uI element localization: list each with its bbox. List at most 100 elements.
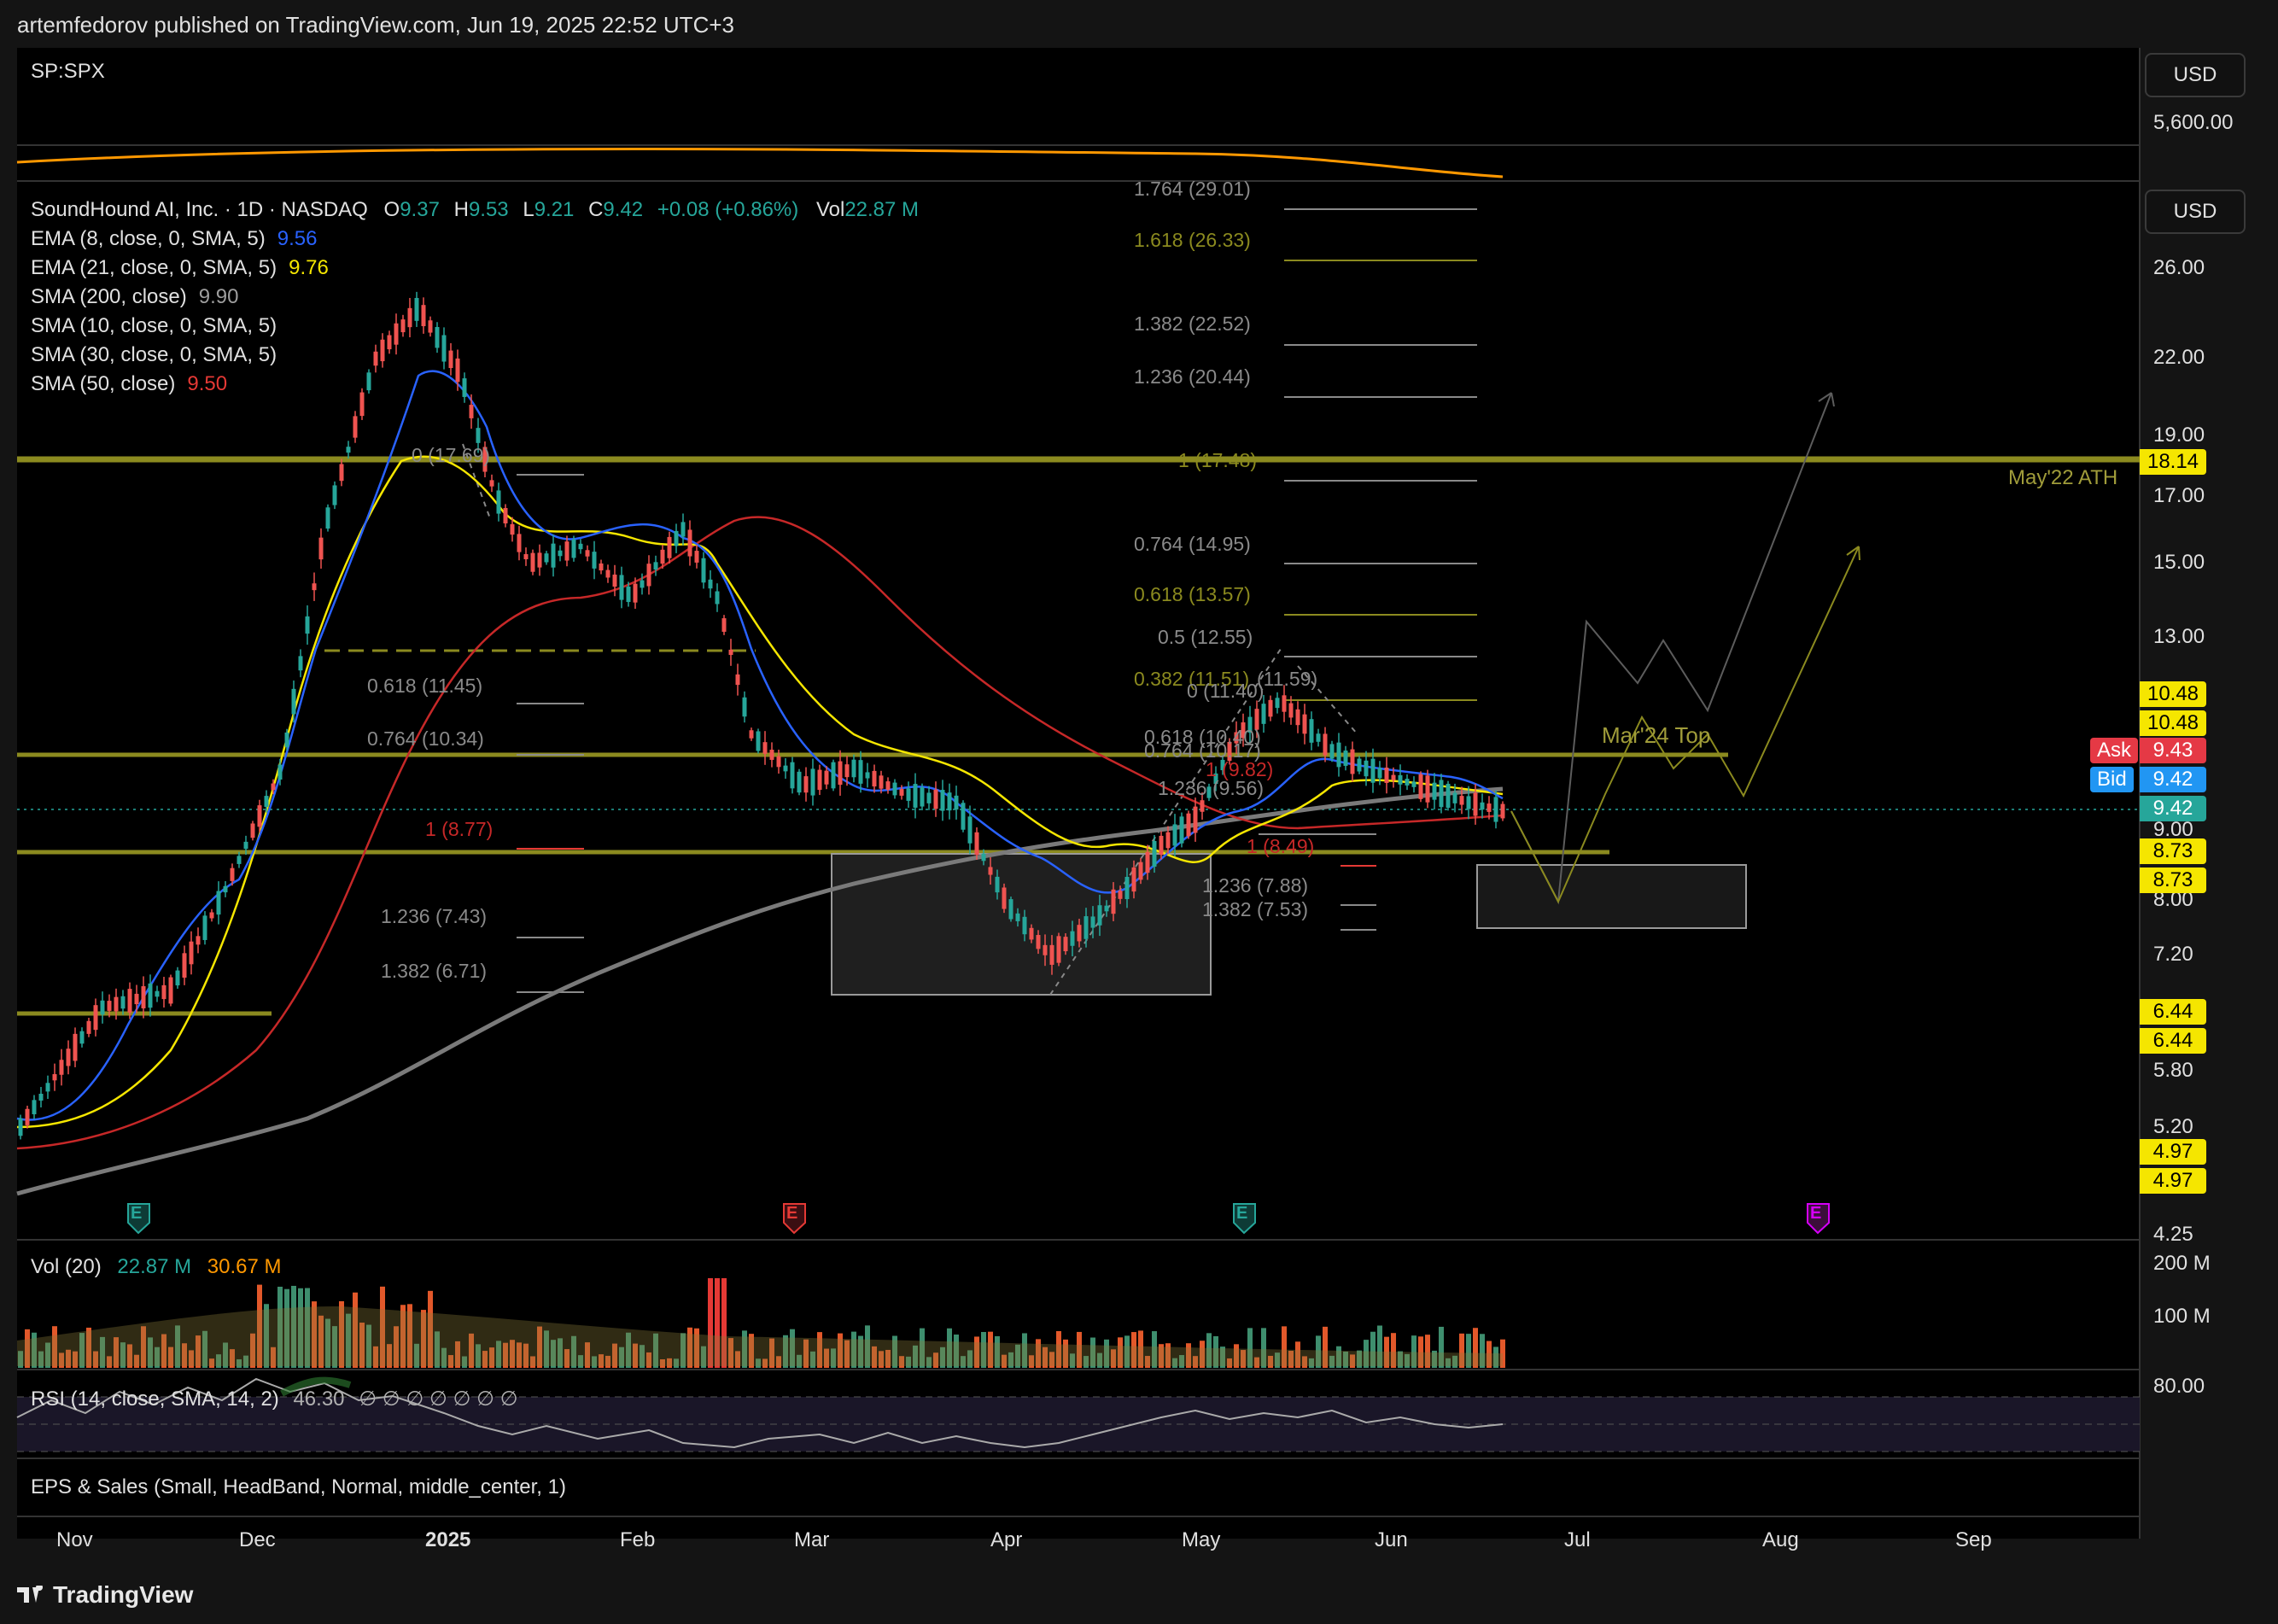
candle-body [366, 372, 371, 391]
tradingview-logo[interactable]: TradingView [17, 1581, 193, 1609]
time-axis-label: Mar [794, 1528, 830, 1551]
close-label: C [588, 198, 604, 221]
symbol-legend[interactable]: SoundHound AI, Inc. · 1D · NASDAQ O9.37 … [31, 198, 919, 222]
fib-level-label: 0.764 (14.95) [1134, 533, 1251, 555]
candle-body [1165, 832, 1171, 849]
indicator-legend[interactable]: EMA (8, close, 0, SMA, 5) 9.56 EMA (21, cl… [31, 227, 329, 401]
currency-button-top[interactable]: USD [2145, 53, 2246, 97]
indicator-label: EMA (21, close, 0, SMA, 5) [31, 256, 277, 279]
price-tag: 10.48 [2140, 681, 2206, 707]
candle-body [1043, 944, 1048, 955]
candle-body [967, 816, 973, 844]
candle-body [291, 688, 296, 715]
volume-axis-label: 100 M [2153, 1305, 2211, 1328]
candle-body [1500, 803, 1505, 819]
eps-legend[interactable]: EPS & Sales (Small, HeadBand, Normal, mi… [31, 1475, 566, 1499]
candle-body [1473, 792, 1478, 816]
open-value: 9.37 [400, 198, 440, 221]
mar24-annotation[interactable]: Mar'24 Top [1602, 722, 1710, 749]
fib-level-label: 0 (17.69) [412, 444, 491, 466]
fib-level-label: 0.618 (13.57) [1134, 583, 1251, 605]
indicator-row[interactable]: SMA (200, close) 9.90 [31, 285, 329, 314]
candle-body [1405, 779, 1410, 786]
candle-body [462, 378, 467, 397]
candle-body [803, 776, 809, 793]
candle-body [865, 772, 870, 779]
candle-body [872, 770, 877, 787]
candle-body [1459, 796, 1464, 805]
candle-body [1391, 774, 1396, 780]
volume-legend[interactable]: Vol (20) 22.87 M 30.67 M [31, 1255, 282, 1279]
candle-body [387, 335, 392, 350]
time-axis-label: 2025 [425, 1528, 471, 1551]
indicator-row[interactable]: SMA (10, close, 0, SMA, 5) [31, 314, 329, 343]
candle-body [400, 319, 406, 333]
candle-body [407, 307, 412, 328]
fib-level-label: 1 (8.77) [425, 818, 494, 840]
candle-body [114, 996, 119, 1012]
price-axis-label: 15.00 [2153, 551, 2205, 574]
candle-body [810, 768, 815, 796]
candle-body [1480, 802, 1485, 810]
indicator-row[interactable]: EMA (21, close, 0, SMA, 5) 9.76 [31, 256, 329, 285]
candle-body [1111, 889, 1116, 914]
candle-body [134, 993, 139, 1005]
candle-body [1398, 774, 1403, 785]
currency-button-main[interactable]: USD [2145, 190, 2246, 234]
fib-level-label: 0.5 (12.55) [1158, 626, 1253, 648]
candle-body [271, 783, 276, 791]
candle-body [1364, 760, 1369, 777]
earnings-label[interactable]: E [131, 1204, 142, 1224]
candle-body [879, 775, 884, 789]
volume-label: Vol (20) [31, 1255, 102, 1278]
candle-body [428, 320, 433, 333]
fib-level-label: 1.236 (9.56) [1158, 777, 1265, 799]
candle-body [202, 915, 207, 940]
candle-body [175, 970, 180, 986]
candle-body [148, 983, 153, 1008]
candle-body [1316, 733, 1321, 742]
fib-level-label: 0.764 (10.34) [367, 727, 484, 750]
price-axis-label: 13.00 [2153, 625, 2205, 648]
candle-body [209, 912, 214, 919]
fib-level-label: 0 (11.40) [1187, 680, 1265, 702]
fib-level-label: 1.382 (22.52) [1134, 313, 1251, 335]
candle-body [1439, 780, 1444, 808]
indicator-row[interactable]: SMA (30, close, 0, SMA, 5) [31, 343, 329, 372]
candle-body [571, 539, 576, 558]
candle-body [1070, 931, 1075, 946]
candle-body [1063, 937, 1068, 952]
candle-body [851, 759, 856, 778]
candle-body [250, 823, 255, 838]
indicator-row[interactable]: SMA (50, close) 9.50 [31, 372, 329, 401]
candle-body [373, 351, 378, 366]
price-tag: 8.73 [2140, 838, 2206, 864]
candle-body [1186, 813, 1191, 837]
earnings-label[interactable]: E [1236, 1204, 1247, 1224]
candle-body [79, 1031, 85, 1044]
candle-body [1384, 768, 1389, 783]
candle-body [762, 742, 768, 754]
candle-body [1343, 751, 1348, 766]
candle-body [325, 507, 330, 529]
spx-symbol[interactable]: SP:SPX [31, 60, 105, 84]
time-axis-label: Jul [1564, 1528, 1591, 1551]
candle-body [168, 977, 173, 1004]
indicator-row[interactable]: EMA (8, close, 0, SMA, 5) 9.56 [31, 227, 329, 256]
price-tag: 4.97 [2140, 1168, 2206, 1194]
earnings-label[interactable]: E [1810, 1204, 1821, 1224]
candle-body [441, 335, 447, 362]
fib-level-label: 1.382 (6.71) [381, 960, 488, 982]
candle-body [680, 522, 686, 537]
price-tag: 10.48 [2140, 710, 2206, 736]
candle-body [749, 730, 754, 739]
time-axis-label: Nov [56, 1528, 93, 1551]
ath-annotation[interactable]: May'22 ATH [2008, 466, 2117, 490]
price-axis-label: 4.25 [2153, 1223, 2193, 1246]
candle-body [339, 464, 344, 482]
fib-lines-right [1284, 208, 1477, 701]
rsi-legend[interactable]: RSI (14, close, SMA, 14, 2) 46.30 ∅ ∅ ∅ … [31, 1387, 518, 1411]
candle-body [1282, 695, 1287, 712]
earnings-label[interactable]: E [786, 1204, 797, 1224]
candle-body [1200, 800, 1205, 812]
